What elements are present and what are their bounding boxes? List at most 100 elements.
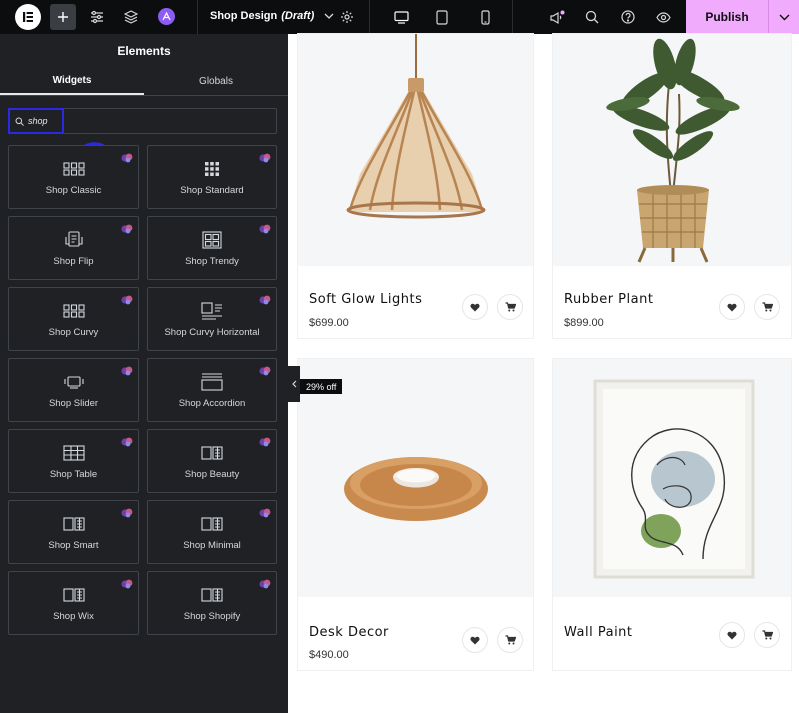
pro-badge-icon [121, 292, 133, 310]
wishlist-button[interactable] [462, 627, 488, 653]
pro-badge-icon [121, 221, 133, 239]
widget-label: Shop Standard [180, 185, 244, 196]
product-name[interactable]: Desk Decor [309, 625, 389, 640]
add-to-cart-button[interactable] [754, 622, 780, 648]
product-image[interactable] [298, 34, 533, 266]
product-image[interactable] [553, 34, 791, 266]
pro-badge-icon [121, 505, 133, 523]
product-name[interactable]: Soft Glow Lights [309, 292, 422, 307]
cart-icon [505, 635, 516, 645]
product-card[interactable]: Rubber Plant $899.00 [552, 33, 792, 339]
widget-label: Shop Curvy Horizontal [164, 327, 260, 338]
horizontal-list-icon [201, 301, 223, 321]
document-title-text: Shop Design [210, 10, 278, 22]
heart-icon [470, 303, 480, 312]
widget-tile-shop-shopify[interactable]: Shop Shopify [147, 571, 277, 635]
wooden-plate-image [344, 457, 488, 521]
pro-badge-icon [121, 150, 133, 168]
tab-widgets[interactable]: Widgets [0, 68, 144, 95]
wishlist-button[interactable] [462, 294, 488, 320]
add-to-cart-button[interactable] [497, 627, 523, 653]
search-icon[interactable] [583, 8, 601, 26]
cart-icon [505, 302, 516, 312]
widget-tile-shop-table[interactable]: Shop Table [8, 429, 139, 493]
preview-eye-icon[interactable] [654, 8, 672, 26]
pro-badge-icon [121, 576, 133, 594]
preview-canvas: Soft Glow Lights $699.00 Rubber Plant $8… [288, 33, 799, 713]
add-to-cart-button[interactable] [497, 294, 523, 320]
publish-options-button[interactable] [768, 0, 799, 34]
widget-grid: Shop Classic Shop Standard Shop Flip Shop T… [8, 145, 277, 635]
settings-sliders-icon[interactable] [89, 9, 105, 25]
help-icon[interactable] [619, 8, 637, 26]
widget-label: Shop Trendy [185, 256, 239, 267]
pro-badge-icon [259, 221, 271, 239]
mobile-view-icon[interactable] [476, 8, 494, 26]
grid-panel-icon [62, 514, 85, 534]
widget-tile-shop-beauty[interactable]: Shop Beauty [147, 429, 277, 493]
widget-label: Shop Table [49, 469, 98, 480]
grid-panel-icon [62, 585, 85, 605]
heart-icon [727, 303, 737, 312]
chevron-down-icon [324, 13, 334, 19]
widget-label: Shop Flip [53, 256, 94, 267]
addon-logo-icon[interactable] [158, 8, 175, 25]
widget-tile-shop-accordion[interactable]: Shop Accordion [147, 358, 277, 422]
heart-icon [727, 631, 737, 640]
desktop-view-icon[interactable] [392, 8, 410, 26]
product-price: $699.00 [309, 317, 349, 329]
tablet-view-icon[interactable] [433, 8, 451, 26]
product-price: $490.00 [309, 649, 349, 661]
widget-tile-shop-smart[interactable]: Shop Smart [8, 500, 139, 564]
widget-tile-shop-curvy-horizontal[interactable]: Shop Curvy Horizontal [147, 287, 277, 351]
pro-badge-icon [259, 576, 271, 594]
add-to-cart-button[interactable] [754, 294, 780, 320]
product-name[interactable]: Rubber Plant [564, 292, 653, 307]
widget-tile-shop-minimal[interactable]: Shop Minimal [147, 500, 277, 564]
widget-tile-shop-flip[interactable]: Shop Flip [8, 216, 139, 280]
elementor-logo-icon[interactable] [15, 4, 41, 30]
widget-tile-shop-trendy[interactable]: Shop Trendy [147, 216, 277, 280]
grid-3x2-icon [62, 301, 85, 321]
product-card[interactable]: Desk Decor $490.00 [297, 358, 534, 671]
widget-tile-shop-curvy[interactable]: Shop Curvy [8, 287, 139, 351]
wishlist-button[interactable] [719, 294, 745, 320]
widget-label: Shop Minimal [183, 540, 241, 551]
product-image[interactable] [298, 359, 533, 597]
layers-icon[interactable] [123, 9, 139, 25]
collapse-panel-button[interactable] [288, 366, 300, 402]
rubber-plant-image [606, 38, 740, 263]
search-value: shop [28, 116, 48, 126]
panel-title: Elements [117, 44, 171, 58]
product-price: $899.00 [564, 317, 604, 329]
widget-label: Shop Wix [53, 611, 94, 622]
product-image[interactable] [553, 359, 791, 597]
product-name[interactable]: Wall Paint [564, 625, 633, 640]
widget-label: Shop Slider [48, 398, 99, 409]
whats-new-icon[interactable] [548, 8, 566, 26]
widget-label: Shop Curvy [48, 327, 99, 338]
grid-panel-icon [201, 514, 223, 534]
elements-panel: Elements Widgets Globals shop Shop Class… [0, 34, 288, 713]
widget-tile-shop-slider[interactable]: Shop Slider [8, 358, 139, 422]
grid-panel-icon [201, 443, 223, 463]
widget-label: Shop Accordion [178, 398, 246, 409]
pro-badge-icon [121, 363, 133, 381]
widget-tile-shop-wix[interactable]: Shop Wix [8, 571, 139, 635]
accordion-icon [201, 372, 223, 392]
document-title[interactable]: Shop Design (Draft) [210, 10, 334, 22]
publish-button[interactable]: Publish [686, 0, 768, 34]
pro-badge-icon [259, 150, 271, 168]
widget-tile-shop-classic[interactable]: Shop Classic [8, 145, 139, 209]
gear-icon[interactable] [339, 9, 355, 25]
product-card[interactable]: Wall Paint [552, 358, 792, 671]
product-card[interactable]: Soft Glow Lights $699.00 [297, 33, 534, 339]
widget-tile-shop-standard[interactable]: Shop Standard [147, 145, 277, 209]
search-highlight: shop [8, 108, 64, 134]
panel-tabs: Widgets Globals [0, 68, 288, 96]
add-element-button[interactable] [50, 4, 76, 30]
wishlist-button[interactable] [719, 622, 745, 648]
widget-label: Shop Classic [45, 185, 102, 196]
pro-badge-icon [259, 292, 271, 310]
tab-globals[interactable]: Globals [144, 68, 288, 95]
